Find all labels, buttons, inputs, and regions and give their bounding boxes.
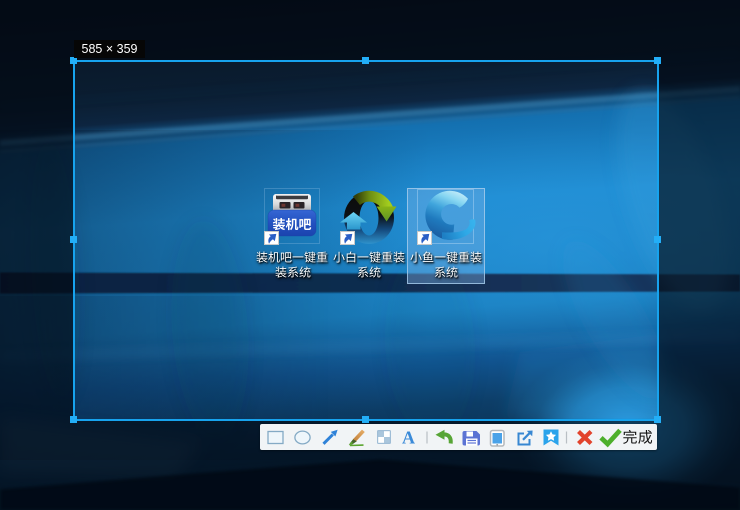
svg-text:A: A (402, 428, 415, 448)
